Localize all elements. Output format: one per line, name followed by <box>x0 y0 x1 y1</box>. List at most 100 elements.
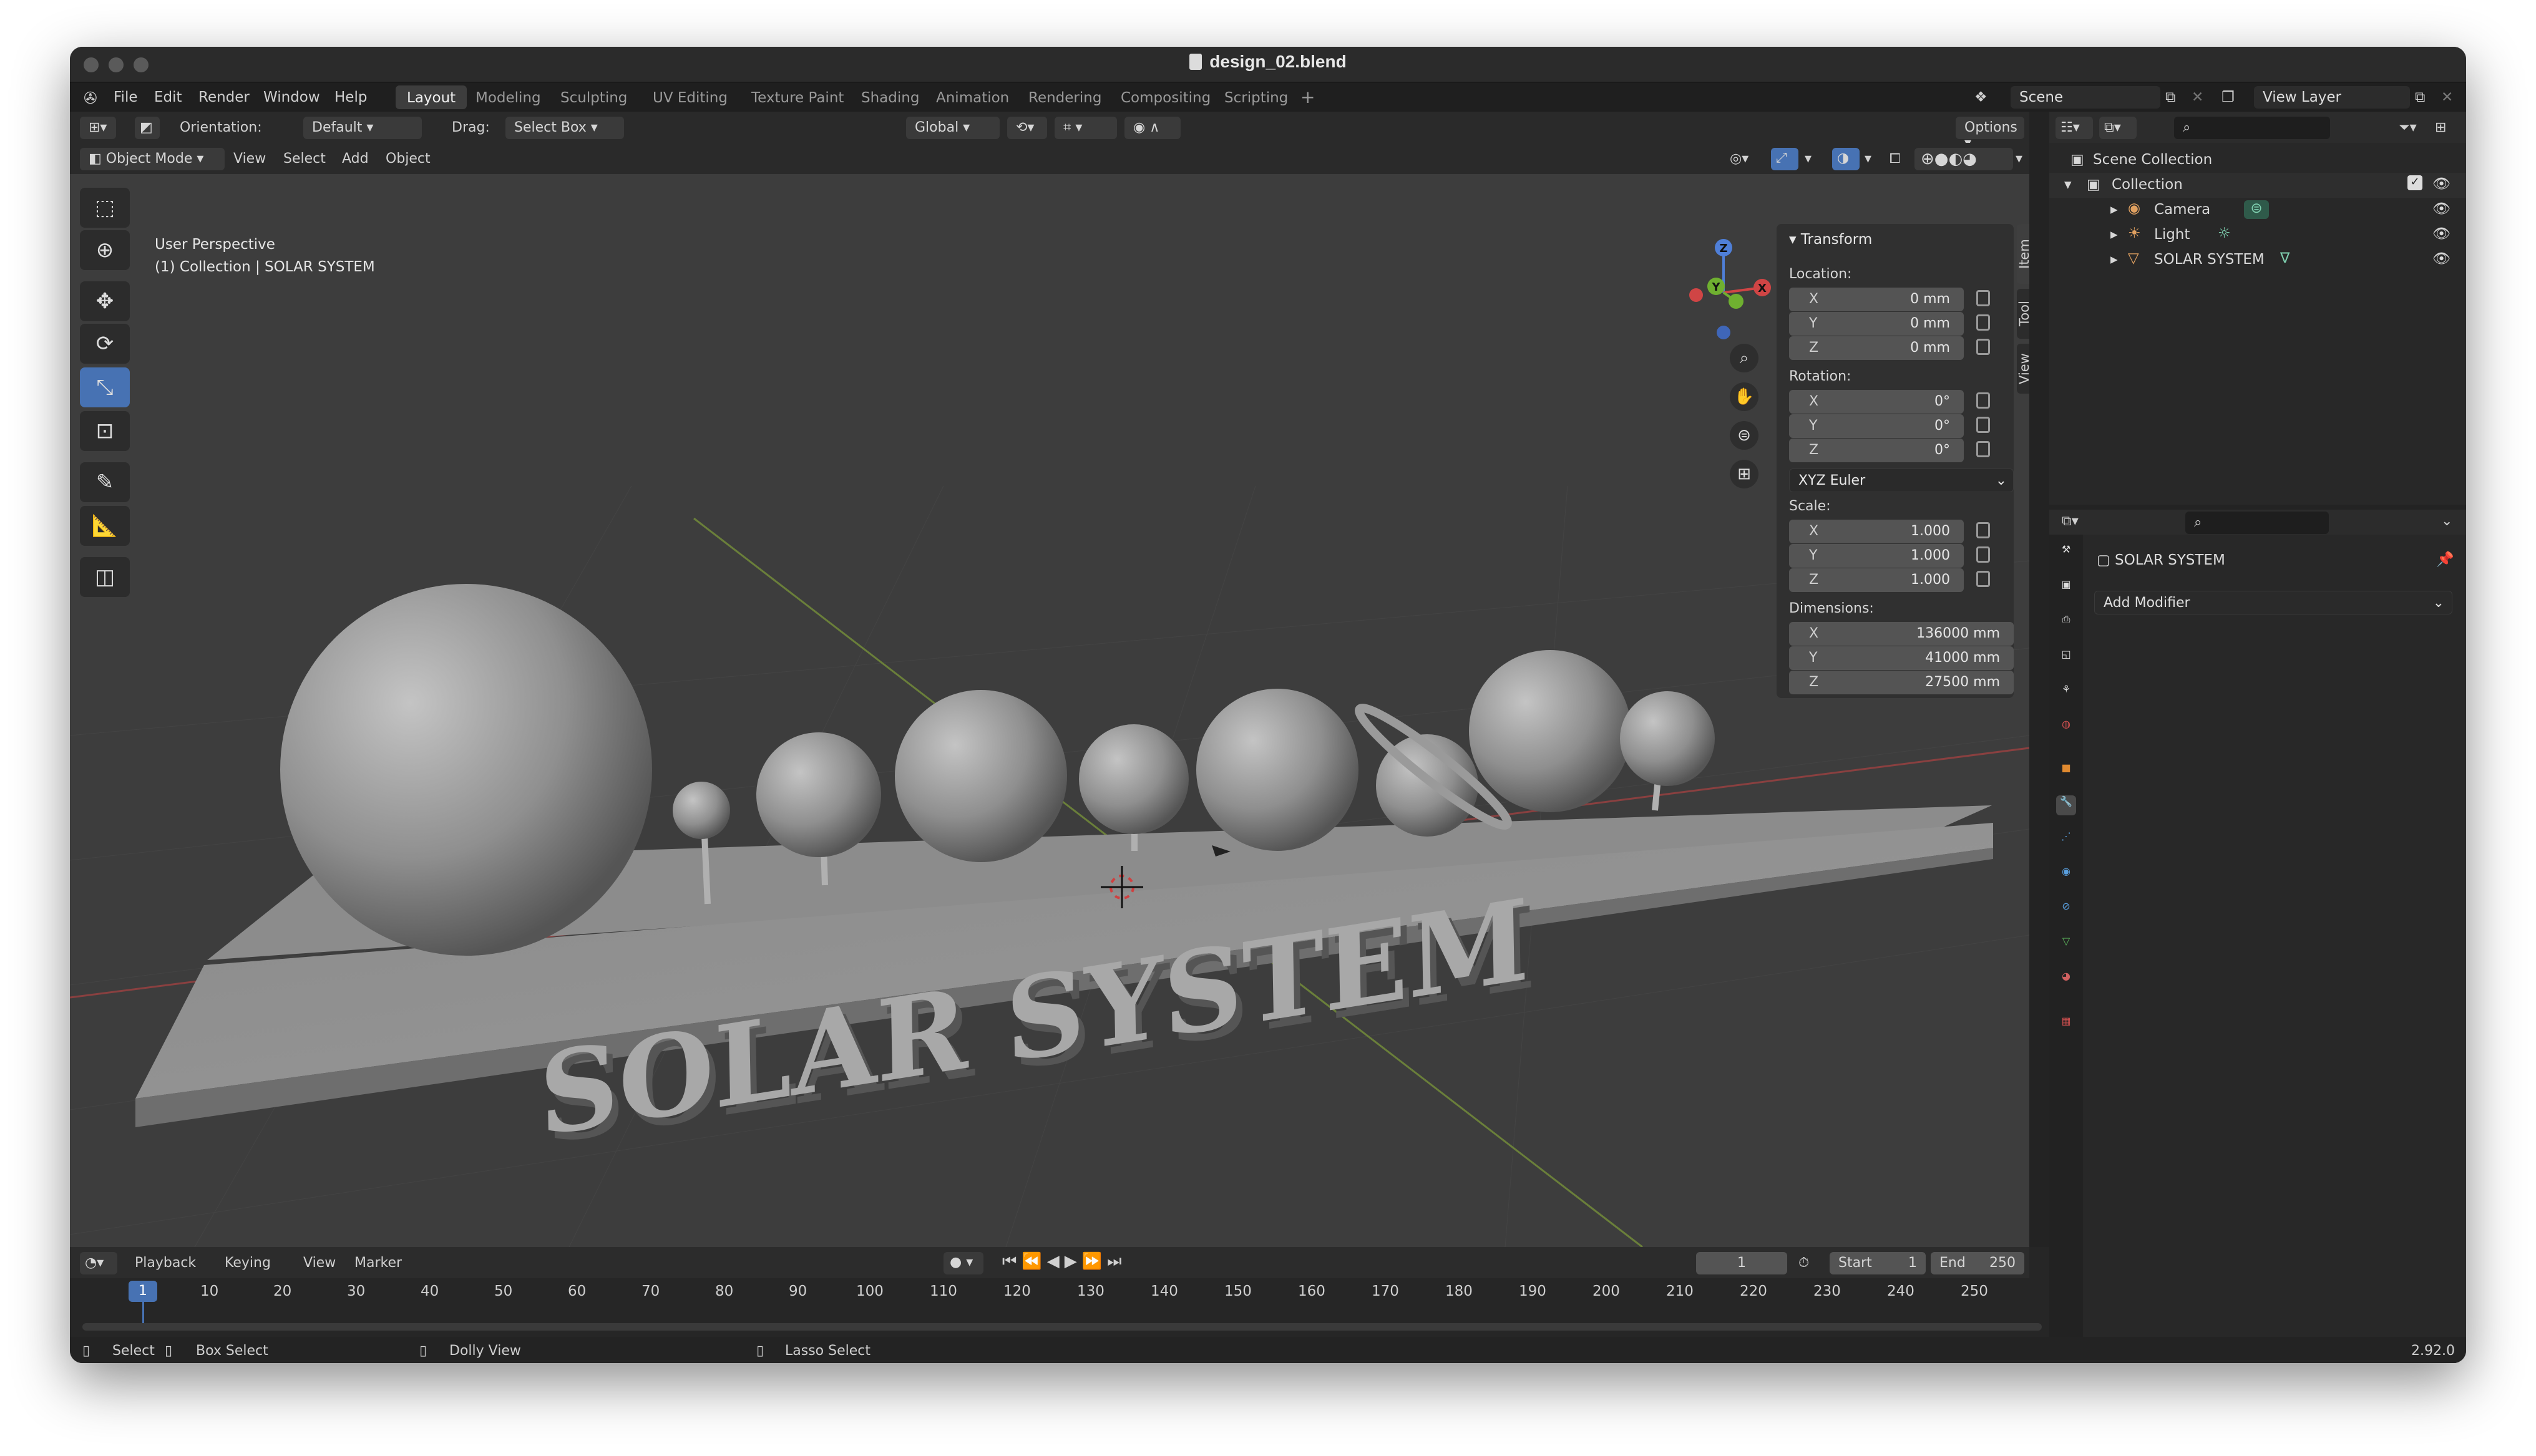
new-scene-icon[interactable]: ⧉ <box>2165 89 2175 105</box>
start-frame-field[interactable]: Start 1 <box>1830 1252 1926 1274</box>
rotate-tool-icon[interactable]: ⟳ <box>80 324 130 364</box>
workspace-tab-compositing[interactable]: Compositing <box>1110 85 1222 109</box>
pin-icon[interactable]: 📌 <box>2436 551 2454 568</box>
camera-view-icon[interactable]: ⊜ <box>1730 421 1758 450</box>
scale-y-field[interactable]: Y 1.000 <box>1789 544 1964 568</box>
delete-view-layer-icon[interactable]: ✕ <box>2441 89 2453 105</box>
lock-rotation-z-icon[interactable] <box>1976 441 1990 457</box>
measure-tool-icon[interactable]: 📐 <box>80 506 130 546</box>
location-y-field[interactable]: Y 0 mm <box>1789 312 1964 336</box>
rotation-x-field[interactable]: X 0° <box>1789 390 1964 414</box>
proportional-editing-icon[interactable]: ◉ ∧ <box>1124 117 1181 139</box>
lock-location-x-icon[interactable] <box>1976 290 1990 306</box>
playhead-frame[interactable]: 1 <box>129 1281 157 1302</box>
visibility-icon[interactable]: ◎▾ <box>1730 151 1748 167</box>
workspace-tab-texture-paint[interactable]: Texture Paint <box>740 85 855 109</box>
world-properties-icon[interactable]: ◍ <box>2056 718 2076 738</box>
workspace-tab-modeling[interactable]: Modeling <box>464 85 552 109</box>
shading-dropdown-icon[interactable]: ▾ <box>2016 151 2022 167</box>
annotate-tool-icon[interactable]: ✎ <box>80 462 130 502</box>
constraint-properties-icon[interactable]: ⊘ <box>2056 900 2076 920</box>
rotation-mode-dropdown[interactable]: XYZ Euler ⌄ <box>1789 468 2014 492</box>
timeline-menu-view[interactable]: View <box>303 1255 336 1271</box>
mode-dropdown[interactable]: ◧ Object Mode ▾ <box>80 148 225 170</box>
blender-logo-icon[interactable]: ✇ <box>84 89 97 108</box>
workspace-tab-scripting[interactable]: Scripting <box>1213 85 1299 109</box>
viewport-menu-add[interactable]: Add <box>342 151 369 167</box>
outliner-row-collection[interactable]: ▾ ▣ Collection ✓ 👁 <box>2049 173 2466 198</box>
timeline-menu-marker[interactable]: Marker <box>354 1255 402 1271</box>
camera-data-icon[interactable]: ⊜ <box>2244 200 2269 219</box>
workspace-tab-animation[interactable]: Animation <box>925 85 1020 109</box>
timeline-scrollbar[interactable] <box>82 1323 2042 1331</box>
outliner-row-solar-system[interactable]: ▸ ▽ SOLAR SYSTEM ∇ 👁 <box>2049 248 2466 273</box>
outliner-display-mode-icon[interactable]: ⧉▾ <box>2099 117 2137 139</box>
scene-properties-icon[interactable]: ⚘ <box>2056 683 2076 703</box>
transform-space-dropdown[interactable]: Global ▾ <box>906 117 1000 139</box>
gizmo-toggle-icon[interactable]: ⤢ <box>1771 148 1798 170</box>
workspace-tab-rendering[interactable]: Rendering <box>1017 85 1113 109</box>
ortho-toggle-icon[interactable]: ⊞ <box>1730 460 1758 488</box>
menu-edit[interactable]: Edit <box>154 89 182 105</box>
transform-panel-title[interactable]: ▾ Transform <box>1789 231 1872 248</box>
particle-properties-icon[interactable]: ⋰ <box>2056 830 2076 850</box>
timeline-editor-type-icon[interactable]: ◔▾ <box>80 1252 117 1274</box>
drag-dropdown[interactable]: Select Box ▾ <box>505 117 624 139</box>
new-collection-icon[interactable]: ⊞ <box>2435 120 2446 135</box>
xray-toggle-icon[interactable]: ⧠ <box>1890 151 1901 167</box>
dimensions-y-field[interactable]: Y 41000 mm <box>1789 646 2014 670</box>
zoom-view-icon[interactable]: ⌕ <box>1730 344 1758 372</box>
menu-help[interactable]: Help <box>334 89 367 105</box>
scene-name-field[interactable]: Scene <box>2011 86 2160 109</box>
shading-mode-icons[interactable]: ⊕●◐◕ <box>1914 148 2013 170</box>
rotation-y-field[interactable]: Y 0° <box>1789 414 1964 438</box>
cursor-tool-icon[interactable]: ⊕ <box>80 230 130 270</box>
3d-viewport[interactable]: SOLAR SYSTEM SOLAR SYSTEM ⬚ ⊕ ✥ ⟳ ⤡ ⊡ ✎ … <box>70 174 2029 1247</box>
orientation-dropdown[interactable]: Default ▾ <box>303 117 422 139</box>
object-properties-icon[interactable]: ■ <box>2056 762 2076 782</box>
collection-checkbox-icon[interactable]: ✓ <box>2407 175 2422 190</box>
overlays-dropdown-icon[interactable]: ▾ <box>1865 151 1871 167</box>
preview-range-icon[interactable]: ⏱ <box>1798 1255 1809 1271</box>
pan-view-icon[interactable]: ✋ <box>1730 382 1758 411</box>
sidebar-tab-item[interactable]: Item <box>2017 224 2029 284</box>
collection-visibility-icon[interactable]: 👁 <box>2432 175 2451 192</box>
object-data-properties-icon[interactable]: ▽ <box>2056 935 2076 955</box>
editor-type-icon[interactable]: ⊞▾ <box>80 117 116 139</box>
transform-tool-icon[interactable]: ⊡ <box>80 411 130 451</box>
view-layer-field[interactable]: View Layer <box>2254 86 2410 109</box>
outliner-row-light[interactable]: ▸ ☀ Light ☼ 👁 <box>2049 223 2466 248</box>
menu-window[interactable]: Window <box>263 89 320 105</box>
lock-scale-y-icon[interactable] <box>1976 546 1990 563</box>
material-properties-icon[interactable]: ◕ <box>2056 970 2076 990</box>
new-view-layer-icon[interactable]: ⧉ <box>2415 89 2425 105</box>
outliner-row-camera[interactable]: ▸ ◉ Camera ⊜ 👁 <box>2049 198 2466 223</box>
workspace-tab-shading[interactable]: Shading <box>850 85 930 109</box>
active-tool-icon[interactable]: ◩ <box>135 117 160 139</box>
view-layer-icon[interactable]: ❐ <box>2221 89 2235 105</box>
output-properties-icon[interactable]: ⎙ <box>2056 613 2076 633</box>
camera-expand-icon[interactable]: ▸ <box>2110 201 2118 218</box>
menu-file[interactable]: File <box>114 89 138 105</box>
properties-search-field[interactable]: ⌕ <box>2185 512 2329 534</box>
pivot-point-icon[interactable]: ⟲▾ <box>1007 117 1047 139</box>
outliner-search-field[interactable]: ⌕ <box>2174 117 2330 139</box>
rotation-z-field[interactable]: Z 0° <box>1789 439 1964 462</box>
navigation-gizmo[interactable]: Z X Y <box>1667 236 1780 349</box>
dimensions-x-field[interactable]: X 136000 mm <box>1789 622 2014 646</box>
properties-editor-type-icon[interactable]: ⧉▾ <box>2062 513 2079 529</box>
scale-z-field[interactable]: Z 1.000 <box>1789 568 1964 592</box>
viewport-menu-select[interactable]: Select <box>283 151 326 167</box>
outliner-editor-type-icon[interactable]: ☷▾ <box>2056 117 2093 139</box>
modifier-properties-icon[interactable]: 🔧 <box>2056 795 2076 815</box>
select-box-tool-icon[interactable]: ⬚ <box>80 188 130 228</box>
lock-location-y-icon[interactable] <box>1976 314 1990 331</box>
solar-system-expand-icon[interactable]: ▸ <box>2110 251 2118 268</box>
lock-location-z-icon[interactable] <box>1976 339 1990 355</box>
viewport-menu-view[interactable]: View <box>233 151 266 167</box>
move-tool-icon[interactable]: ✥ <box>80 281 130 321</box>
outliner-row-scene-collection[interactable]: ▣ Scene Collection <box>2049 148 2466 173</box>
mesh-data-icon[interactable]: ∇ <box>2280 250 2290 266</box>
lock-scale-x-icon[interactable] <box>1976 522 1990 538</box>
tool-properties-icon[interactable]: ⚒ <box>2056 543 2076 563</box>
